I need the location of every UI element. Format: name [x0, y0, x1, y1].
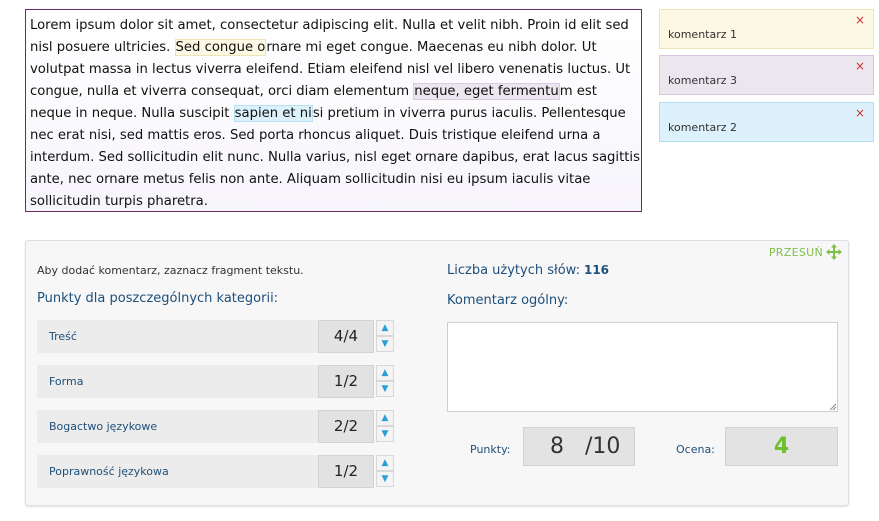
arrow-down-icon[interactable]: ▼: [376, 381, 394, 397]
arrow-down-icon[interactable]: ▼: [376, 336, 394, 352]
category-name: Treść: [37, 320, 318, 353]
category-score[interactable]: 1/2: [318, 455, 374, 488]
category-score[interactable]: 2/2: [318, 410, 374, 443]
arrow-down-icon[interactable]: ▼: [376, 471, 394, 487]
grade-value: 4: [725, 427, 838, 466]
comment-card-3[interactable]: × komentarz 3: [659, 55, 874, 95]
close-icon[interactable]: ×: [855, 13, 865, 27]
text-segment: si pretium in viverra purus iaculis. Pel…: [30, 106, 640, 209]
general-comment-input[interactable]: [447, 322, 838, 412]
score-spinner: ▲ ▼: [376, 410, 394, 443]
move-label: PRZESUŃ: [768, 245, 823, 259]
instruction-text: Aby dodać komentarz, zaznacz fragment te…: [37, 264, 304, 277]
category-row-bogactwo: Bogactwo językowe 2/2 ▲ ▼: [37, 410, 394, 443]
comment-label: komentarz 1: [668, 28, 738, 41]
points-max: /10: [585, 434, 621, 459]
highlight-comment-3[interactable]: neque, eget fermentu: [413, 83, 560, 100]
category-name: Poprawność językowa: [37, 455, 318, 488]
resize-grip-icon[interactable]: [829, 403, 837, 411]
word-count-label: Liczba użytych słów:: [447, 263, 580, 278]
comment-label: komentarz 3: [668, 74, 738, 87]
category-score[interactable]: 1/2: [318, 365, 374, 398]
close-icon[interactable]: ×: [855, 59, 865, 73]
essay-paragraph: Lorem ipsum dolor sit amet, consectetur …: [30, 15, 641, 213]
arrow-up-icon[interactable]: ▲: [376, 365, 394, 381]
grading-panel: PRZESUŃ Aby dodać komentarz, zaznacz fra…: [25, 240, 849, 506]
comment-label: komentarz 2: [668, 121, 738, 134]
points-label: Punkty:: [470, 443, 511, 456]
highlight-comment-1[interactable]: Sed congue o: [174, 39, 267, 56]
general-comment-label: Komentarz ogólny:: [447, 293, 569, 308]
grade-label: Ocena:: [676, 443, 715, 456]
comment-card-2[interactable]: × komentarz 2: [659, 102, 874, 142]
category-row-tresc: Treść 4/4 ▲ ▼: [37, 320, 394, 353]
points-box: 8 /10: [523, 427, 635, 466]
category-name: Bogactwo językowe: [37, 410, 318, 443]
category-name: Forma: [37, 365, 318, 398]
arrow-up-icon[interactable]: ▲: [376, 455, 394, 471]
score-spinner: ▲ ▼: [376, 320, 394, 353]
category-row-forma: Forma 1/2 ▲ ▼: [37, 365, 394, 398]
categories-title: Punkty dla poszczególnych kategorii:: [37, 291, 279, 306]
score-spinner: ▲ ▼: [376, 455, 394, 488]
comment-card-1[interactable]: × komentarz 1: [659, 9, 874, 49]
close-icon[interactable]: ×: [855, 106, 865, 120]
move-panel-button[interactable]: PRZESUŃ: [769, 244, 842, 260]
word-count-value: 116: [583, 263, 610, 277]
score-spinner: ▲ ▼: [376, 365, 394, 398]
category-row-poprawnosc: Poprawność językowa 1/2 ▲ ▼: [37, 455, 394, 488]
essay-text[interactable]: Lorem ipsum dolor sit amet, consectetur …: [25, 9, 642, 212]
category-score[interactable]: 4/4: [318, 320, 374, 353]
arrow-up-icon[interactable]: ▲: [376, 410, 394, 426]
arrow-down-icon[interactable]: ▼: [376, 426, 394, 442]
move-arrows-icon: [826, 244, 842, 260]
word-count: Liczba użytych słów: 116: [447, 263, 609, 278]
points-value: 8: [550, 434, 564, 459]
highlight-comment-2[interactable]: sapien et ni: [233, 105, 313, 122]
arrow-up-icon[interactable]: ▲: [376, 320, 394, 336]
